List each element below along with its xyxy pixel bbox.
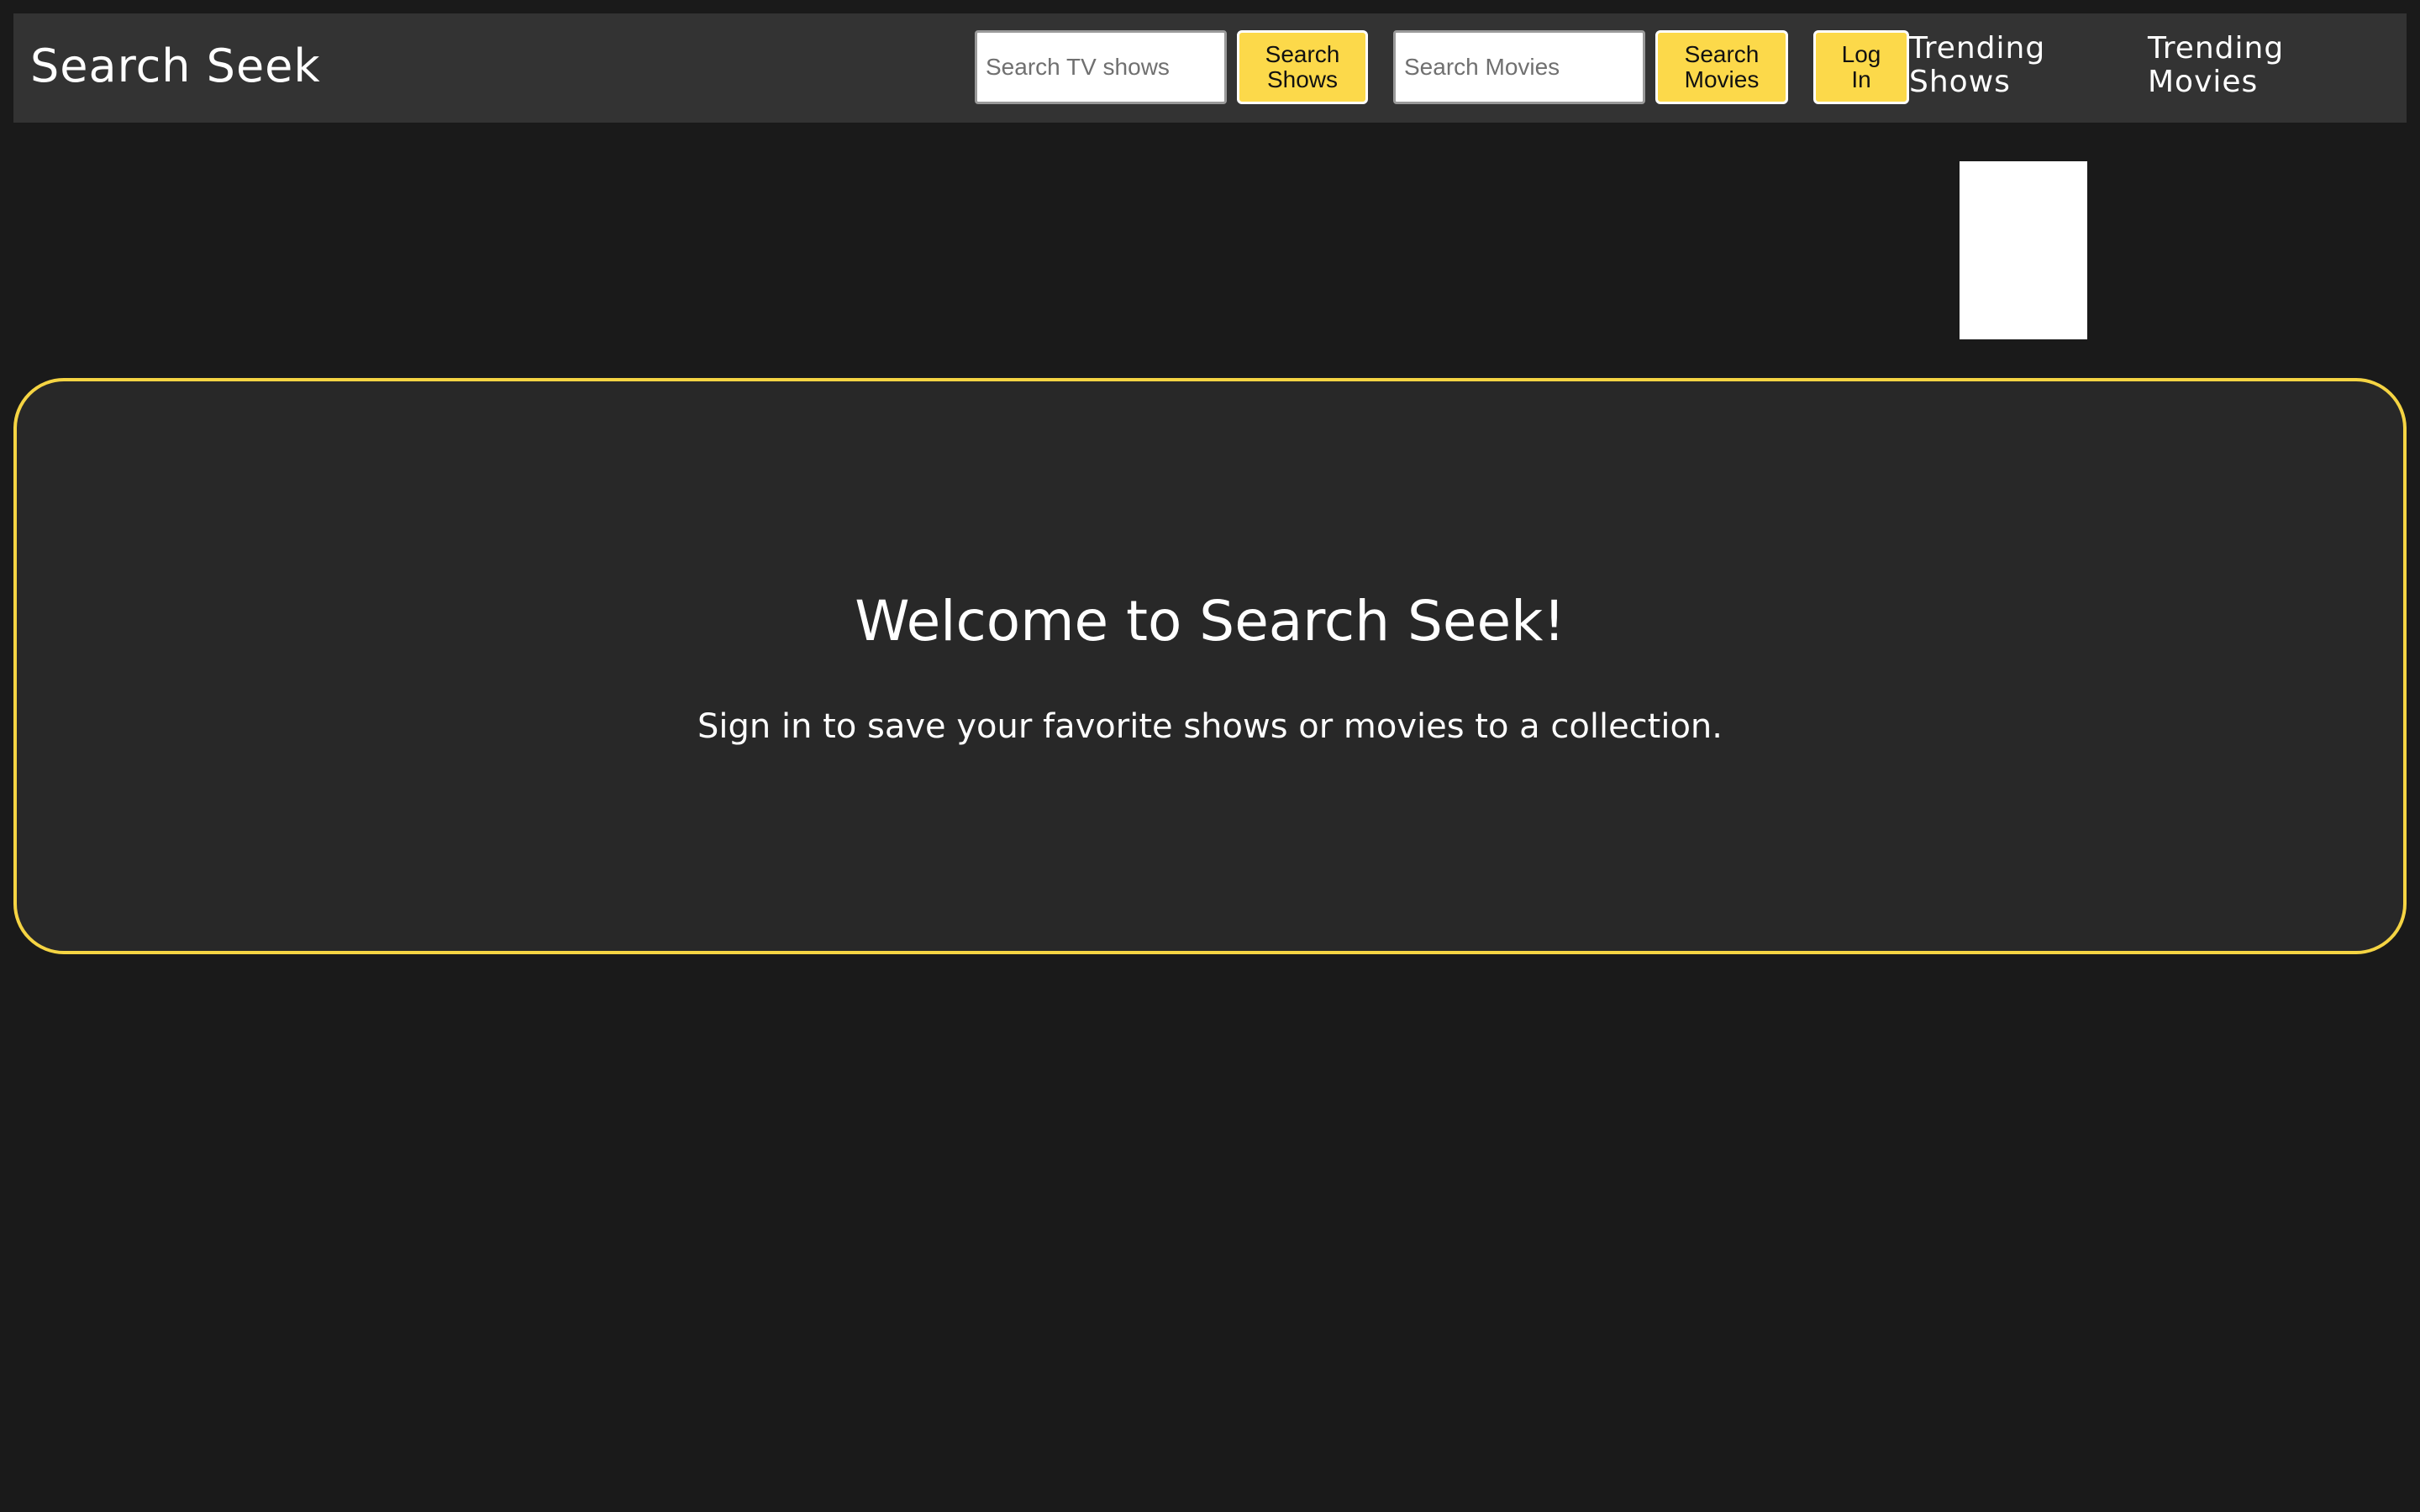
search-shows-button-label-2: Shows [1266, 66, 1339, 92]
login-button[interactable]: Log In [1813, 30, 1909, 104]
nav-link-trending-shows[interactable]: Trending Shows [1909, 32, 2045, 99]
search-movies-button-label-2: Movies [1684, 66, 1760, 92]
trending-movies-label-1: Trending [2148, 31, 2285, 66]
search-shows-button[interactable]: Search Shows [1237, 30, 1368, 104]
login-button-label-2: In [1851, 66, 1871, 92]
search-movies-button-label-1: Search [1684, 41, 1760, 67]
trending-shows-label-2: Shows [1909, 65, 2011, 99]
poster-placeholder-image [1960, 161, 2087, 339]
search-shows-input[interactable] [975, 30, 1227, 104]
trending-shows-label-1: Trending [1909, 31, 2046, 66]
search-shows-button-label-1: Search [1265, 41, 1340, 67]
search-movies-button[interactable]: Search Movies [1655, 30, 1788, 104]
brand-title: Search Seek [30, 39, 321, 92]
top-navbar: Search Seek Search Shows Search Movies L… [13, 13, 2407, 123]
login-button-label-1: Log [1841, 41, 1881, 67]
search-movies-input[interactable] [1393, 30, 1645, 104]
trending-movies-label-2: Movies [2148, 65, 2259, 99]
welcome-subtitle: Sign in to save your favorite shows or m… [697, 707, 1723, 746]
welcome-title: Welcome to Search Seek! [855, 589, 1565, 654]
welcome-card: Welcome to Search Seek! Sign in to save … [13, 378, 2407, 954]
nav-link-trending-movies[interactable]: Trending Movies [2148, 32, 2284, 99]
